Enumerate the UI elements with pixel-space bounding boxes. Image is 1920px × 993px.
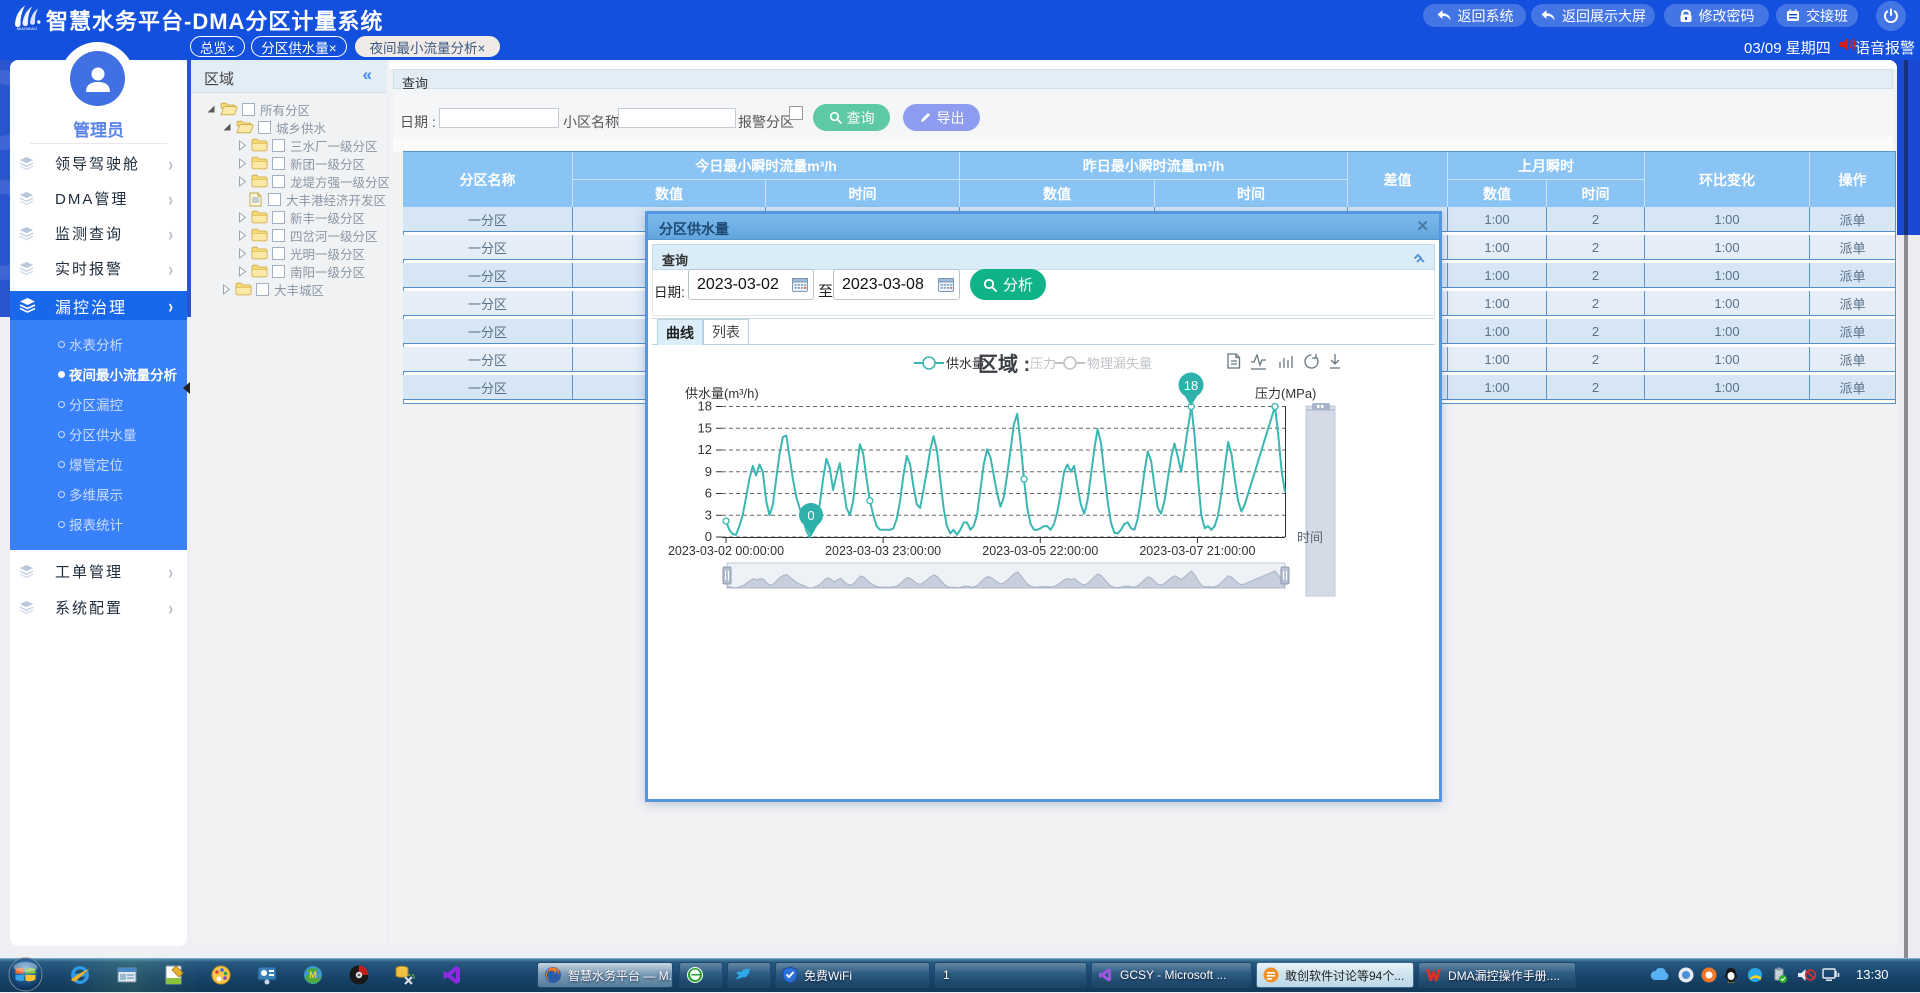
svg-text:2023-03-03 23:00:00: 2023-03-03 23:00:00 (825, 544, 941, 558)
svg-text:6: 6 (705, 486, 712, 501)
svg-text:18: 18 (1184, 378, 1198, 393)
svg-text:15: 15 (698, 420, 712, 435)
svg-text:区域 :: 区域 : (978, 352, 1030, 376)
svg-text:供水量(m³/h): 供水量(m³/h) (685, 386, 759, 401)
svg-text:2023-03-07 21:00:00: 2023-03-07 21:00:00 (1139, 544, 1255, 558)
svg-text:2023-03-05 22:00:00: 2023-03-05 22:00:00 (982, 544, 1098, 558)
svg-text:物理漏失量: 物理漏失量 (1087, 356, 1152, 371)
svg-text:压力: 压力 (1030, 356, 1056, 371)
svg-text:2023-03-02 00:00:00: 2023-03-02 00:00:00 (668, 544, 784, 558)
svg-text:0: 0 (807, 508, 814, 523)
svg-text:时间: 时间 (1297, 530, 1323, 545)
svg-text:0: 0 (705, 529, 712, 544)
svg-text:12: 12 (698, 442, 712, 457)
svg-text:MIAOMIAO: MIAOMIAO (17, 26, 37, 31)
svg-text:3: 3 (705, 507, 712, 522)
svg-text:9: 9 (705, 464, 712, 479)
svg-text:M: M (309, 970, 317, 980)
svg-text:压力(MPa): 压力(MPa) (1255, 386, 1316, 401)
svg-text:18: 18 (698, 399, 712, 414)
